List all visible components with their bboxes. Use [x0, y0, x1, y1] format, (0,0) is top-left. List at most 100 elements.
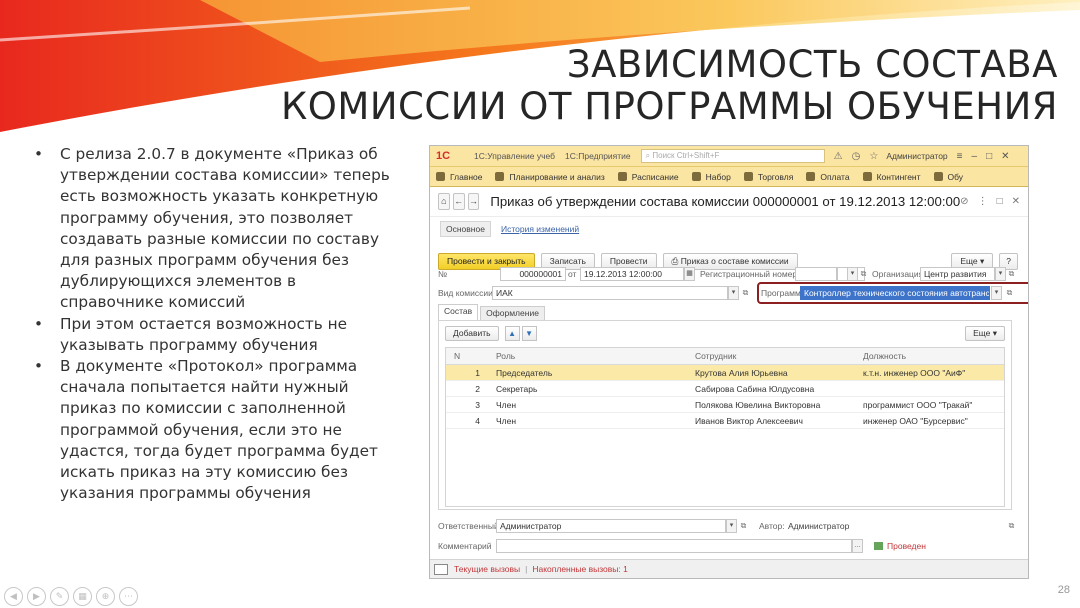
arrow-up-icon[interactable]: ▲	[504, 325, 520, 341]
chevron-down-icon[interactable]: ▾	[847, 267, 858, 281]
app-window: 1С 1С:Управление учеб 1С:Предприятие ⌕ П…	[429, 145, 1029, 579]
document-header: ⌂ ← → Приказ об утверждении состава коми…	[430, 187, 1028, 217]
header-role[interactable]: Роль	[496, 348, 686, 365]
open-link-icon[interactable]: ⧉	[858, 267, 869, 281]
responsible-field[interactable]: Администратор	[496, 519, 726, 533]
cell-n: 3	[475, 400, 480, 410]
header-position[interactable]: Должность	[863, 348, 1003, 365]
home-icon[interactable]: ⌂	[438, 193, 450, 210]
chevron-down-icon: ▾	[990, 327, 997, 338]
minimize-icon[interactable]: –	[972, 151, 978, 162]
commission-kind-label: Вид комиссии	[438, 288, 493, 298]
window-app-name: 1С:Управление учеб	[474, 151, 556, 161]
author-label: Автор:	[759, 521, 785, 531]
responsible-label: Ответственный	[438, 521, 499, 531]
next-slide-icon[interactable]: ▶	[27, 587, 46, 606]
zoom-icon[interactable]: ⊕	[96, 587, 115, 606]
more-options-icon[interactable]: ⋯	[119, 587, 138, 606]
open-link-icon[interactable]: ⧉	[740, 286, 751, 300]
number-field[interactable]: 000000001	[500, 267, 566, 281]
bullet-item: В документе «Протокол» программа сначала…	[34, 356, 404, 504]
tab-main[interactable]: Основное	[440, 221, 491, 237]
current-calls-link[interactable]: Текущие вызовы	[454, 564, 520, 574]
accumulated-calls-link[interactable]: Накопленные вызовы: 1	[532, 564, 628, 574]
table-row[interactable]: 3 Член Полякова Ювелина Викторовна прогр…	[446, 397, 1004, 413]
more-button[interactable]: Еще ▾	[965, 325, 1005, 341]
date-field[interactable]: 19.12.2013 12:00:00	[580, 267, 684, 281]
comment-field[interactable]	[496, 539, 852, 553]
tab-composition[interactable]: Состав	[438, 304, 479, 320]
slideshow-controls: ◀ ▶ ✎ ▦ ⊕ ⋯	[4, 587, 138, 606]
table-row[interactable]: 2 Секретарь Сабирова Сабина Юлдусовна	[446, 381, 1004, 397]
cell-employee: Сабирова Сабина Юлдусовна	[695, 384, 815, 394]
bullet-item: С релиза 2.0.7 в документе «Приказ об ут…	[34, 144, 404, 314]
ellipsis-icon[interactable]: …	[852, 539, 863, 553]
section-students[interactable]: Контингент	[862, 172, 921, 182]
close-icon[interactable]: ✕	[1012, 196, 1020, 207]
table-row[interactable]: 4 Член Иванов Виктор Алексеевич инженер …	[446, 413, 1004, 429]
open-link-icon[interactable]: ⧉	[1006, 267, 1017, 281]
slide-title-line-1: ЗАВИСИМОСТЬ СОСТАВА	[566, 43, 1058, 86]
star-icon[interactable]: ☆	[869, 151, 878, 162]
maximize-icon[interactable]: □	[997, 196, 1003, 207]
back-button[interactable]: ←	[452, 193, 465, 210]
reg-number-field[interactable]	[795, 267, 837, 281]
tab-history[interactable]: История изменений	[501, 224, 579, 234]
table-header: N Роль Сотрудник Должность	[446, 348, 1004, 365]
section-enrollment[interactable]: Набор	[691, 172, 731, 182]
table-row[interactable]: 1 Председатель Крутова Алия Юрьевна к.т.…	[446, 365, 1004, 381]
open-link-icon[interactable]: ⧉	[1006, 519, 1017, 533]
chevron-down-icon[interactable]: ▾	[991, 286, 1002, 300]
section-planning[interactable]: Планирование и анализ	[495, 172, 605, 182]
pen-icon[interactable]: ✎	[50, 587, 69, 606]
cell-employee: Полякова Ювелина Викторовна	[695, 400, 821, 410]
section-payment[interactable]: Оплата	[806, 172, 850, 182]
close-icon[interactable]: ✕	[1001, 151, 1009, 162]
add-button[interactable]: Добавить	[445, 325, 499, 341]
history-icon[interactable]: ◷	[852, 151, 861, 162]
tab-registration[interactable]: Оформление	[480, 306, 545, 320]
section-main[interactable]: Главное	[436, 172, 482, 182]
forward-button[interactable]: →	[467, 193, 480, 210]
chevron-down-icon[interactable]: ▾	[726, 519, 737, 533]
link-icon[interactable]: ⊘	[960, 196, 968, 207]
chevron-down-icon[interactable]: ▾	[995, 267, 1006, 281]
number-row: № 000000001 от 19.12.2013 12:00:00 ▦ Рег…	[438, 267, 1018, 281]
section-trade[interactable]: Торговля	[743, 172, 793, 182]
section-education[interactable]: Обу	[933, 172, 963, 182]
maximize-icon[interactable]: □	[986, 151, 992, 162]
reg-number-label: Регистрационный номер	[700, 269, 798, 279]
document-tabs: Основное История изменений	[430, 219, 1028, 239]
current-user[interactable]: Администратор	[886, 151, 947, 161]
previous-slide-icon[interactable]: ◀	[4, 587, 23, 606]
windows-icon[interactable]	[434, 563, 448, 575]
slides-grid-icon[interactable]: ▦	[73, 587, 92, 606]
global-search-input[interactable]: ⌕ Поиск Ctrl+Shift+F	[640, 149, 825, 163]
cell-position: инженер ОАО "Бурсервис"	[863, 416, 968, 426]
posted-status: Проведен	[874, 539, 926, 553]
bell-icon[interactable]: ⚠	[834, 151, 843, 162]
program-field[interactable]: Контроллер технического состояния автотр…	[800, 286, 990, 300]
commission-row: Вид комиссии ИАК ▾ ⧉ Программа Контролле…	[438, 282, 1028, 304]
commission-kind-field[interactable]: ИАК	[492, 286, 728, 300]
bullet-item: При этом остается возможность не указыва…	[34, 314, 404, 356]
bullet-list: С релиза 2.0.7 в документе «Приказ об ут…	[34, 144, 404, 504]
section-icon	[933, 172, 943, 181]
header-n[interactable]: N	[454, 348, 484, 365]
slide-title-line-2: КОМИССИИ ОТ ПРОГРАММЫ ОБУЧЕНИЯ	[281, 85, 1058, 128]
cell-role: Член	[496, 400, 517, 410]
more-icon[interactable]: ⋮	[978, 196, 988, 207]
status-bar: Текущие вызовы | Накопленные вызовы: 1	[430, 559, 1028, 578]
calendar-icon[interactable]: ▦	[684, 267, 695, 281]
open-link-icon[interactable]: ⧉	[738, 519, 749, 533]
chevron-down-icon[interactable]: ▾	[728, 286, 739, 300]
document-title-icons: ⊘ ⋮ □ ✕	[960, 196, 1028, 207]
sections-panel: Главное Планирование и анализ Расписание…	[430, 167, 1028, 187]
organization-field[interactable]: Центр развития	[920, 267, 995, 281]
arrow-down-icon[interactable]: ▼	[521, 325, 537, 341]
menu-icon[interactable]: ≡	[957, 151, 963, 162]
window-platform-name: 1С:Предприятие	[565, 151, 631, 161]
open-link-icon[interactable]: ⧉	[1004, 286, 1015, 300]
section-schedule[interactable]: Расписание	[617, 172, 679, 182]
header-employee[interactable]: Сотрудник	[695, 348, 855, 365]
